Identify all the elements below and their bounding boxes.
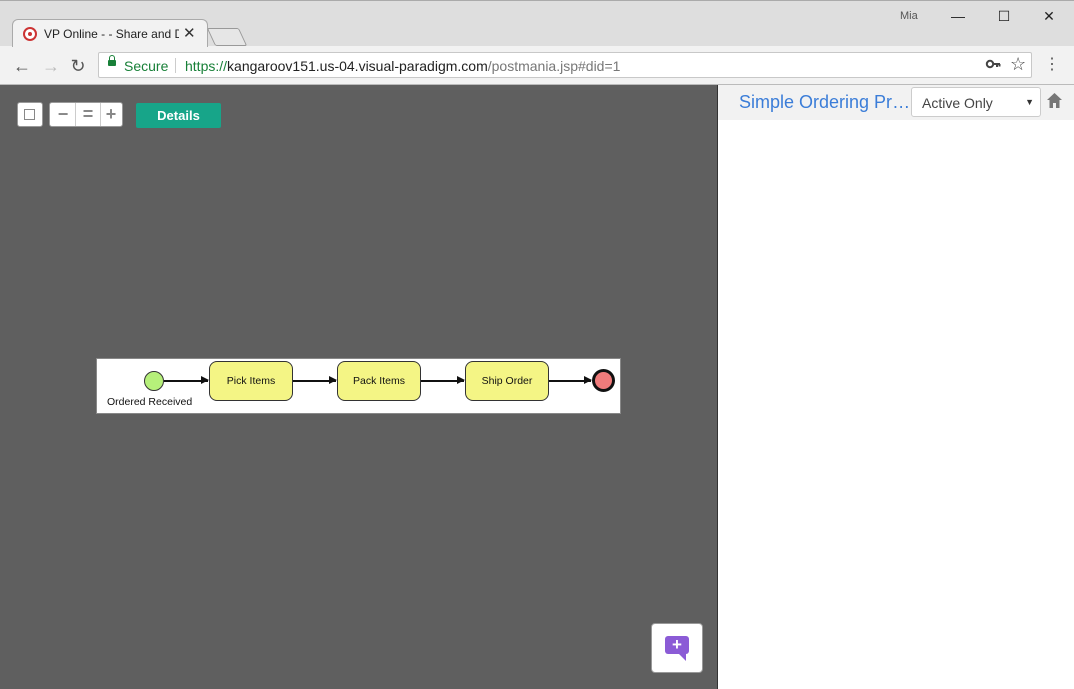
sequence-flow [421,377,465,383]
url-host: kangaroov151.us-04.visual-paradigm.com [227,58,488,74]
end-event[interactable] [592,369,615,392]
browser-chrome: VP Online - - Share and D ✕ Mia — ☐ ✕ ← … [0,0,1074,85]
url-text[interactable]: https://kangaroov151.us-04.visual-paradi… [185,58,620,74]
start-event[interactable] [144,371,164,391]
diagram-canvas[interactable]: − = + Details Ordered Received Pick Item… [0,85,717,689]
reload-button[interactable]: ↻ [68,56,88,76]
browser-toolbar: ← → ↻ Secure https://kangaroov151.us-04.… [0,47,1074,85]
forward-button[interactable]: → [41,56,61,76]
zoom-reset-button[interactable]: = [75,103,101,126]
comment-add-icon: + [665,636,689,661]
new-tab-button[interactable] [206,28,248,46]
task-pick-items[interactable]: Pick Items [209,361,293,401]
process-title: Simple Ordering Process [739,92,913,112]
zoom-controls: − = + [49,102,123,127]
close-window-button[interactable]: ✕ [1037,7,1061,25]
maximize-button[interactable]: ☐ [992,7,1016,25]
side-panel-header: Simple Ordering Process Active Only ▼ [718,85,1074,120]
task-ship-order[interactable]: Ship Order [465,361,549,401]
title-bar: VP Online - - Share and D ✕ Mia — ☐ ✕ [0,0,1074,48]
task-pack-items[interactable]: Pack Items [337,361,421,401]
home-icon[interactable] [1046,92,1063,109]
zoom-in-button[interactable]: + [99,103,123,126]
filter-selected-value: Active Only [922,95,993,111]
url-scheme: https:// [185,58,228,74]
start-event-label: Ordered Received [107,396,193,408]
browser-tab[interactable]: VP Online - - Share and D ✕ [12,19,208,48]
site-favicon-icon [23,27,37,41]
minimize-button[interactable]: — [946,7,970,25]
back-button[interactable]: ← [12,56,32,76]
fit-to-screen-button[interactable] [17,102,43,127]
lock-icon [108,55,116,66]
profile-name[interactable]: Mia [900,10,918,22]
chevron-down-icon: ▼ [1025,97,1034,107]
filter-select[interactable]: Active Only ▼ [911,87,1041,117]
sequence-flow [164,377,209,383]
key-icon[interactable] [985,56,1001,76]
add-comment-button[interactable]: + [651,623,703,673]
zoom-out-button[interactable]: − [51,103,75,126]
url-path: /postmania.jsp#did=1 [487,58,621,74]
side-panel: Simple Ordering Process Active Only ▼ [717,85,1074,689]
process-diagram: Ordered Received Pick Items Pack Items S… [96,358,621,414]
address-divider [175,58,176,73]
menu-icon[interactable]: ⋮ [1044,57,1060,73]
tab-close-icon[interactable]: ✕ [183,24,196,42]
address-bar[interactable]: Secure https://kangaroov151.us-04.visual… [98,52,1032,78]
details-button[interactable]: Details [136,103,221,128]
tab-title: VP Online - - Share and D [44,27,179,41]
sequence-flow [549,377,592,383]
bookmark-star-icon[interactable]: ☆ [1010,54,1026,75]
secure-label: Secure [124,58,169,74]
sequence-flow [293,377,337,383]
